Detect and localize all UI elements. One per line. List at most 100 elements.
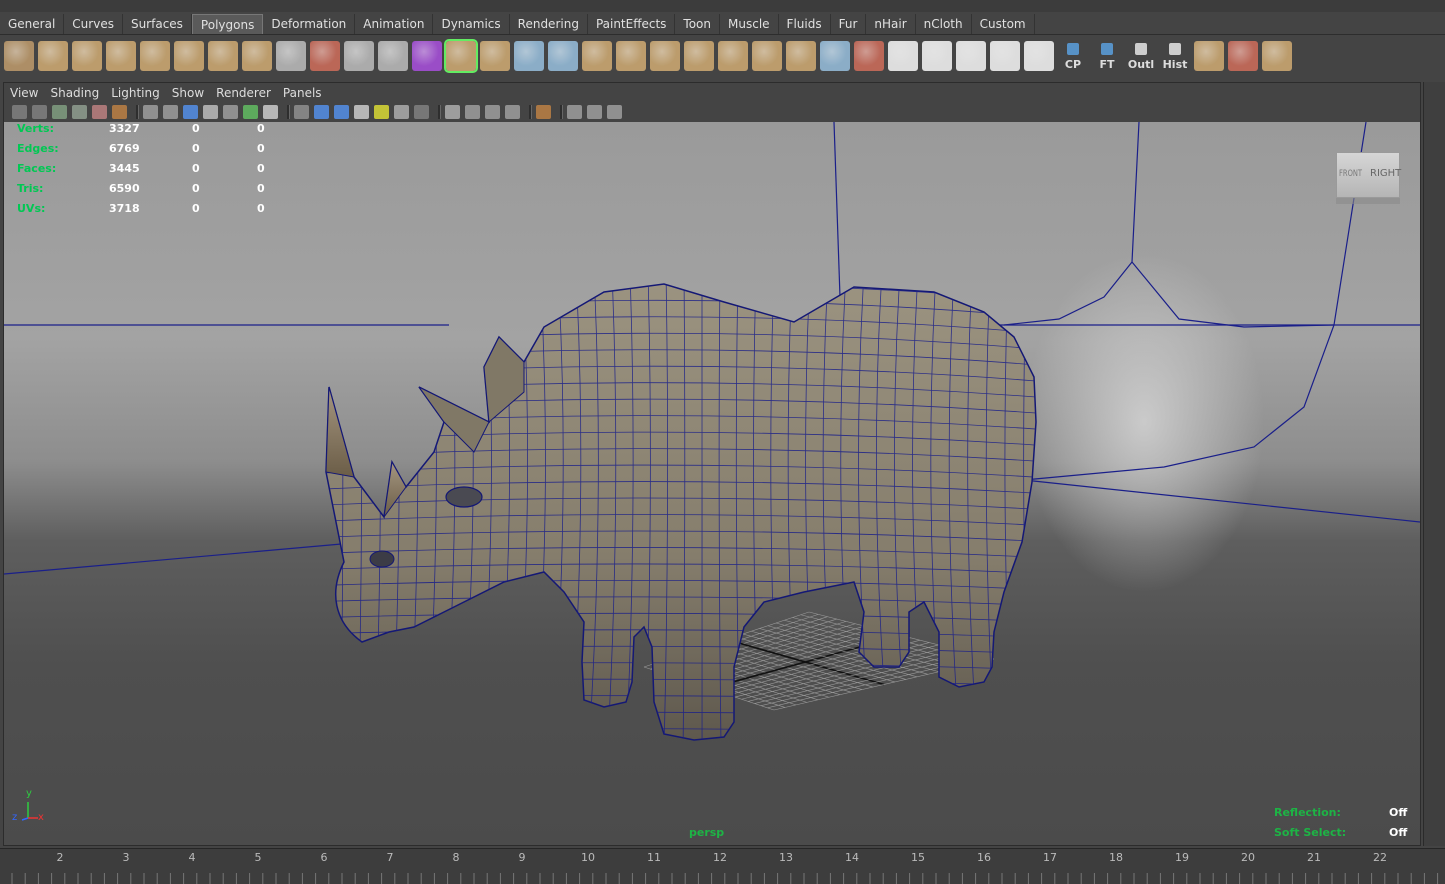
shelf-tab-custom[interactable]: Custom — [972, 14, 1035, 34]
poly-cube-icon[interactable] — [38, 41, 68, 71]
shelf-tab-nhair[interactable]: nHair — [866, 14, 915, 34]
panel-menu-shading[interactable]: Shading — [44, 86, 105, 100]
separate-icon[interactable] — [378, 41, 408, 71]
panel-tool-button[interactable] — [183, 105, 198, 119]
panel-tool-button[interactable] — [465, 105, 480, 119]
bevel-icon[interactable] — [684, 41, 714, 71]
panel-tool-button[interactable] — [536, 105, 551, 119]
poly-prism-icon[interactable] — [208, 41, 238, 71]
panel-tool-button[interactable] — [72, 105, 87, 119]
time-slider[interactable]: 2345678910111213141516171819202122 — [0, 848, 1445, 884]
panel-tool-button[interactable] — [374, 105, 389, 119]
panel-tool-button[interactable] — [52, 105, 67, 119]
panel-tool-button[interactable] — [567, 105, 582, 119]
panel-tool-button[interactable] — [505, 105, 520, 119]
panel-tool-button[interactable] — [143, 105, 158, 119]
measure-icon[interactable] — [1262, 41, 1292, 71]
panel-tool-button[interactable] — [112, 105, 127, 119]
combine-icon[interactable] — [344, 41, 374, 71]
panel-tool-button[interactable] — [485, 105, 500, 119]
poly-cone-icon[interactable] — [106, 41, 136, 71]
panel-tool-button[interactable] — [203, 105, 218, 119]
view-cube-front-face[interactable]: FRONT — [1339, 169, 1362, 179]
reflection-label: Reflection: — [1274, 806, 1341, 819]
smooth-icon[interactable] — [412, 41, 442, 71]
cp-button[interactable]: CP — [1058, 41, 1088, 71]
poly-count-hud: Verts:332700Edges:676900Faces:344500Tris… — [17, 122, 277, 222]
poly-count-value: 0 — [192, 162, 200, 175]
append-icon[interactable] — [514, 41, 544, 71]
split-icon[interactable] — [548, 41, 578, 71]
shelf-tab-general[interactable]: General — [0, 14, 64, 34]
panel-tool-button[interactable] — [445, 105, 460, 119]
panel-tool-button[interactable] — [263, 105, 278, 119]
history-button[interactable]: Hist — [1160, 41, 1190, 71]
shelf-tab-dynamics[interactable]: Dynamics — [433, 14, 509, 34]
view-cube[interactable]: FRONT RIGHT — [1336, 152, 1400, 206]
panel-tool-button[interactable] — [243, 105, 258, 119]
panel-menu-lighting[interactable]: Lighting — [105, 86, 166, 100]
panel-tool-button[interactable] — [334, 105, 349, 119]
panel-tool-button[interactable] — [414, 105, 429, 119]
panel-tool-button[interactable] — [163, 105, 178, 119]
transfer-icon[interactable] — [1194, 41, 1224, 71]
panel-menu-show[interactable]: Show — [166, 86, 210, 100]
shelf-tab-fluids[interactable]: Fluids — [779, 14, 831, 34]
planar-map-icon[interactable] — [888, 41, 918, 71]
panel-tool-button[interactable] — [12, 105, 27, 119]
collapse-icon[interactable] — [752, 41, 782, 71]
extrude-icon[interactable] — [446, 41, 476, 71]
shelf-tab-polygons[interactable]: Polygons — [192, 14, 263, 34]
merge-icon[interactable] — [718, 41, 748, 71]
spherical-map-icon[interactable] — [956, 41, 986, 71]
shelf-tab-toon[interactable]: Toon — [675, 14, 720, 34]
insert-loop-icon[interactable] — [582, 41, 612, 71]
view-cube-right-face[interactable]: RIGHT — [1370, 168, 1401, 179]
shelf-tab-ncloth[interactable]: nCloth — [916, 14, 972, 34]
cylindrical-map-icon[interactable] — [922, 41, 952, 71]
auto-map-icon[interactable] — [990, 41, 1020, 71]
rhino-mesh[interactable] — [304, 267, 1049, 752]
panel-tool-button[interactable] — [314, 105, 329, 119]
camera-name-label: persp — [689, 826, 724, 839]
poly-plane-icon[interactable] — [140, 41, 170, 71]
reduce-icon[interactable] — [310, 41, 340, 71]
panel-tool-button[interactable] — [607, 105, 622, 119]
viewport-persp[interactable]: Verts:332700Edges:676900Faces:344500Tris… — [4, 122, 1420, 845]
add-division-icon[interactable] — [650, 41, 680, 71]
poly-count-row: UVs:371800 — [17, 202, 277, 222]
panel-tool-button[interactable] — [587, 105, 602, 119]
shelf-tab-deformation[interactable]: Deformation — [263, 14, 355, 34]
panel-tool-button[interactable] — [92, 105, 107, 119]
uv-editor-icon[interactable] — [1024, 41, 1054, 71]
panel-tool-button[interactable] — [32, 105, 47, 119]
sculpt-icon[interactable] — [854, 41, 884, 71]
offset-loop-icon[interactable] — [616, 41, 646, 71]
shelf-tab-muscle[interactable]: Muscle — [720, 14, 779, 34]
shelf-tab-fur[interactable]: Fur — [831, 14, 867, 34]
poly-torus-icon[interactable] — [174, 41, 204, 71]
ft-button[interactable]: FT — [1092, 41, 1122, 71]
panel-tool-button[interactable] — [394, 105, 409, 119]
panel-menu-panels[interactable]: Panels — [277, 86, 328, 100]
poly-cylinder-icon[interactable] — [72, 41, 102, 71]
shelf-tab-rendering[interactable]: Rendering — [510, 14, 588, 34]
outliner-button[interactable]: Outl — [1126, 41, 1156, 71]
bridge-icon[interactable] — [480, 41, 510, 71]
select-faces-icon[interactable] — [1228, 41, 1258, 71]
soft-select-label: Soft Select: — [1274, 826, 1346, 839]
panel-tool-button[interactable] — [294, 105, 309, 119]
panel-tool-button[interactable] — [354, 105, 369, 119]
shelf-tab-painteffects[interactable]: PaintEffects — [588, 14, 675, 34]
panel-menu-renderer[interactable]: Renderer — [210, 86, 277, 100]
cut-faces-icon[interactable] — [820, 41, 850, 71]
wedge-icon[interactable] — [786, 41, 816, 71]
shelf-tab-animation[interactable]: Animation — [355, 14, 433, 34]
poly-soccerball-icon[interactable] — [276, 41, 306, 71]
shelf-tab-curves[interactable]: Curves — [64, 14, 123, 34]
poly-sphere-icon[interactable] — [4, 41, 34, 71]
shelf-tab-surfaces[interactable]: Surfaces — [123, 14, 192, 34]
poly-pipe-icon[interactable] — [242, 41, 272, 71]
panel-menu-view[interactable]: View — [4, 86, 44, 100]
panel-tool-button[interactable] — [223, 105, 238, 119]
